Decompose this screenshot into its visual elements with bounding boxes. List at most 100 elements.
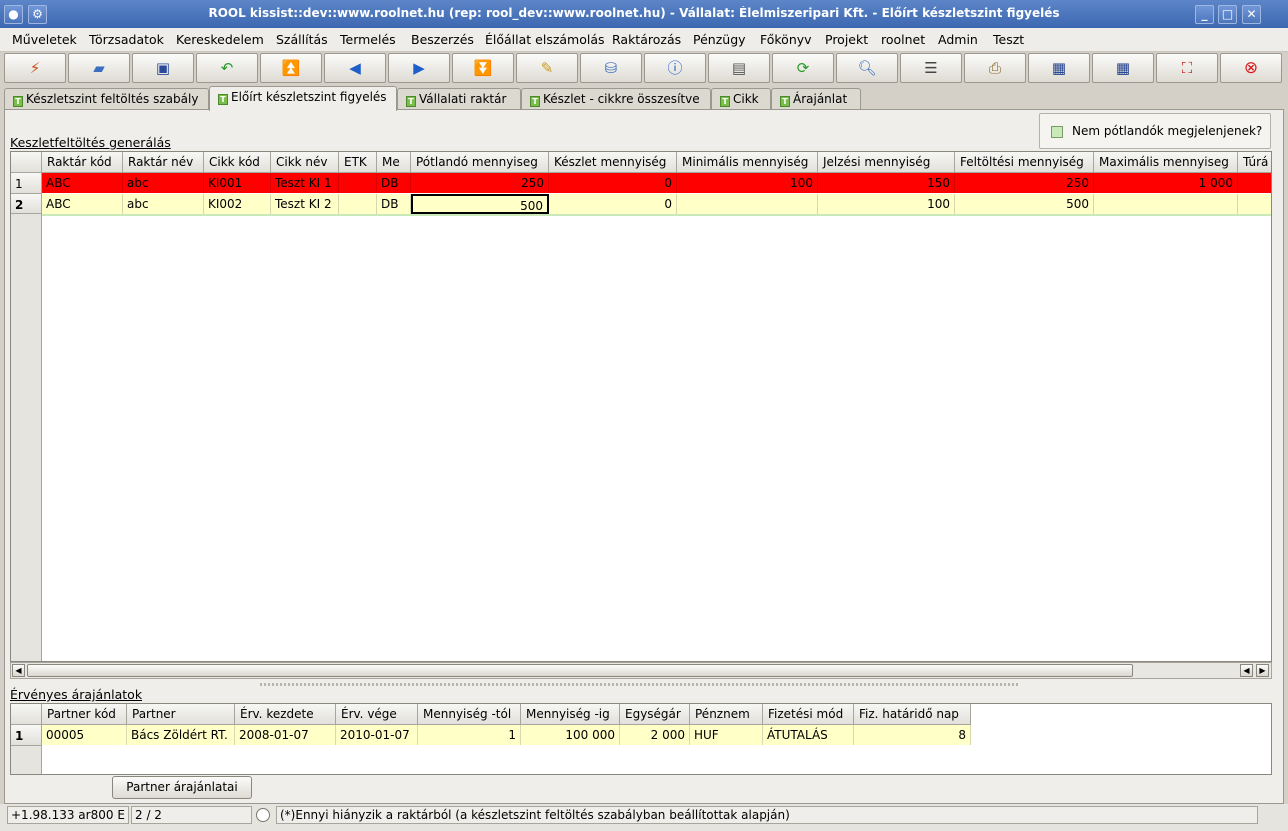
tab-keszletszint-szabaly[interactable]: T Készletszint feltöltés szabály xyxy=(4,88,209,110)
cell-mennyiseg-tol[interactable]: 1 xyxy=(418,725,521,745)
col-header-minimalis[interactable]: Minimális mennyiség xyxy=(677,152,818,173)
menu-kereskedelem[interactable]: Kereskedelem xyxy=(176,32,264,47)
col-header-cikk-kod[interactable]: Cikk kód xyxy=(204,152,271,173)
col-header-jelzesi[interactable]: Jelzési mennyiség xyxy=(818,152,955,173)
col-header-fiz-hatarido[interactable]: Fiz. határidő nap xyxy=(854,704,971,725)
scroll-left-icon[interactable]: ◀ xyxy=(12,664,25,677)
col-header-egysegar[interactable]: Egységár xyxy=(620,704,690,725)
menu-eloallat[interactable]: Élőállat elszámolás xyxy=(485,32,605,47)
scroll-right-icon[interactable]: ▶ xyxy=(1256,664,1269,677)
next-icon[interactable]: ▶ xyxy=(388,53,450,83)
col-header-keszlet[interactable]: Készlet mennyiség xyxy=(549,152,677,173)
col-header-potlando[interactable]: Pótlandó mennyiseg xyxy=(411,152,549,173)
cell-raktar-nev[interactable]: abc xyxy=(123,194,204,214)
cell-keszlet[interactable]: 0 xyxy=(549,194,677,214)
scroll-thumb[interactable] xyxy=(27,664,1133,677)
col-header-feltoltesi[interactable]: Feltöltési mennyiség xyxy=(955,152,1094,173)
print-icon[interactable]: ⎙ xyxy=(964,53,1026,83)
cell-fizetesi-mod[interactable]: ÁTUTALÁS xyxy=(763,725,854,745)
cell-me[interactable]: DB xyxy=(377,173,411,193)
grid-export-icon[interactable]: ▦ xyxy=(1028,53,1090,83)
menu-beszerzes[interactable]: Beszerzés xyxy=(411,32,474,47)
columns-icon[interactable]: ☰ xyxy=(900,53,962,83)
cell-feltoltesi[interactable]: 250 xyxy=(955,173,1094,193)
menu-muveletek[interactable]: Műveletek xyxy=(12,32,77,47)
fullscreen-icon[interactable]: ⛶ xyxy=(1156,53,1218,83)
replenish-grid[interactable]: Raktár kód Raktár név Cikk kód Cikk név … xyxy=(10,151,1272,662)
cell-jelzesi[interactable]: 150 xyxy=(818,173,955,193)
col-header-etk[interactable]: ETK xyxy=(339,152,377,173)
cell-jelzesi[interactable]: 100 xyxy=(818,194,955,214)
cell-minimalis[interactable] xyxy=(677,194,818,214)
col-header-partner[interactable]: Partner xyxy=(127,704,235,725)
col-header-tura[interactable]: Túrá xyxy=(1238,152,1271,173)
edit-icon[interactable]: ✎ xyxy=(516,53,578,83)
wand-icon[interactable]: ⚡ xyxy=(4,53,66,83)
cell-raktar-kod[interactable]: ABC xyxy=(42,194,123,214)
refresh-back-icon[interactable]: ↶ xyxy=(196,53,258,83)
col-header-fizetesi-mod[interactable]: Fizetési mód xyxy=(763,704,854,725)
menu-admin[interactable]: Admin xyxy=(938,32,978,47)
row-number[interactable]: 1 xyxy=(11,173,42,194)
cell-cikk-kod[interactable]: KI001 xyxy=(204,173,271,193)
cell-cikk-nev[interactable]: Teszt KI 1 xyxy=(271,173,339,193)
open-folder-icon[interactable]: ▰ xyxy=(68,53,130,83)
cell-potlando-focused[interactable]: 500 xyxy=(411,194,549,214)
cell-cikk-kod[interactable]: KI002 xyxy=(204,194,271,214)
cell-erv-kezdete[interactable]: 2008-01-07 xyxy=(235,725,336,745)
col-header-erv-kezdete[interactable]: Érv. kezdete xyxy=(235,704,336,725)
col-header-me[interactable]: Me xyxy=(377,152,411,173)
menu-torzsadatok[interactable]: Törzsadatok xyxy=(89,32,164,47)
cell-maximalis[interactable]: 1 000 xyxy=(1094,173,1238,193)
col-header-maximalis[interactable]: Maximális mennyiseg xyxy=(1094,152,1238,173)
info-icon[interactable]: ⓘ xyxy=(644,53,706,83)
cell-partner[interactable]: Bács Zöldért RT. xyxy=(127,725,235,745)
close-icon[interactable]: ⊗ xyxy=(1220,53,1282,83)
col-header-cikk-nev[interactable]: Cikk név xyxy=(271,152,339,173)
col-header-mennyiseg-tol[interactable]: Mennyiség -tól xyxy=(418,704,521,725)
cell-cikk-nev[interactable]: Teszt KI 2 xyxy=(271,194,339,214)
tab-arajanlat[interactable]: T Árajánlat xyxy=(771,88,861,110)
tab-eloirt-keszletszint[interactable]: T Előírt készletszint figyelés xyxy=(209,86,397,111)
window-close-icon[interactable]: ✕ xyxy=(1242,5,1261,24)
row-number[interactable]: 2 xyxy=(11,194,42,214)
previous-icon[interactable]: ◀ xyxy=(324,53,386,83)
menu-raktarozas[interactable]: Raktározás xyxy=(612,32,681,47)
maximize-icon[interactable]: □ xyxy=(1218,5,1237,24)
cell-maximalis[interactable] xyxy=(1094,194,1238,214)
cell-raktar-kod[interactable]: ABC xyxy=(42,173,123,193)
col-header-penznem[interactable]: Pénznem xyxy=(690,704,763,725)
col-header-mennyiseg-ig[interactable]: Mennyiség -ig xyxy=(521,704,620,725)
cell-potlando[interactable]: 250 xyxy=(411,173,549,193)
show-non-replenish-checkbox[interactable] xyxy=(1051,126,1063,138)
col-header-erv-vege[interactable]: Érv. vége xyxy=(336,704,418,725)
cell-erv-vege[interactable]: 2010-01-07 xyxy=(336,725,418,745)
cell-egysegar[interactable]: 2 000 xyxy=(620,725,690,745)
partner-offers-button[interactable]: Partner árajánlatai xyxy=(112,776,252,799)
layout-icon[interactable]: ▤ xyxy=(708,53,770,83)
reload-icon[interactable]: ⟳ xyxy=(772,53,834,83)
show-non-replenish-toggle[interactable]: Nem pótlandók megjelenjenek? xyxy=(1039,113,1271,149)
sticky-icon[interactable]: ⚙ xyxy=(28,5,47,24)
cell-me[interactable]: DB xyxy=(377,194,411,214)
cell-raktar-nev[interactable]: abc xyxy=(123,173,204,193)
app-menu-icon[interactable]: ● xyxy=(4,5,23,24)
menu-szallitas[interactable]: Szállítás xyxy=(276,32,328,47)
menu-penzugy[interactable]: Pénzügy xyxy=(693,32,746,47)
cell-etk[interactable] xyxy=(339,173,377,193)
cell-partner-kod[interactable]: 00005 xyxy=(42,725,127,745)
cell-tura[interactable] xyxy=(1238,173,1271,193)
cell-tura[interactable] xyxy=(1238,194,1271,214)
tab-cikk[interactable]: T Cikk xyxy=(711,88,771,110)
horizontal-scrollbar[interactable]: ◀ ◀ ▶ xyxy=(10,662,1272,679)
grid-import-icon[interactable]: ▦ xyxy=(1092,53,1154,83)
search-icon[interactable]: 🔍︎ xyxy=(836,53,898,83)
row-number[interactable]: 1 xyxy=(11,725,42,746)
col-header-partner-kod[interactable]: Partner kód xyxy=(42,704,127,725)
cell-fiz-hatarido[interactable]: 8 xyxy=(854,725,971,745)
cell-etk[interactable] xyxy=(339,194,377,214)
menu-projekt[interactable]: Projekt xyxy=(825,32,868,47)
menu-fokonyv[interactable]: Főkönyv xyxy=(760,32,812,47)
cell-penznem[interactable]: HUF xyxy=(690,725,763,745)
menu-termeles[interactable]: Termelés xyxy=(340,32,396,47)
